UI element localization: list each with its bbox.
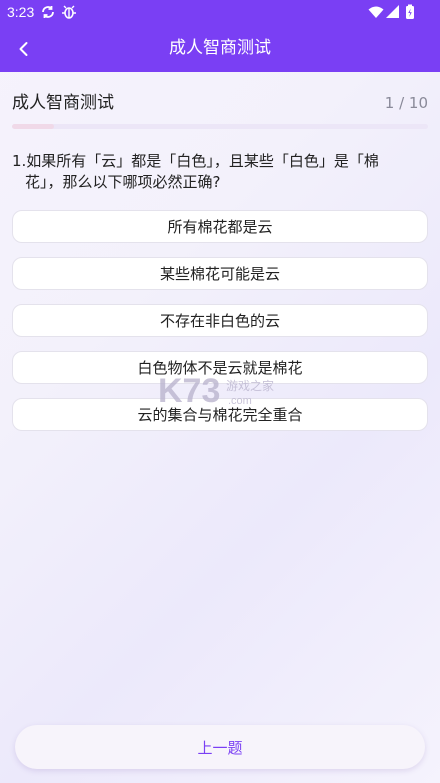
progress-bar [12, 124, 428, 129]
signal-icon [385, 4, 401, 20]
app-header: 3:23 成人智商测试 [0, 0, 440, 72]
status-bar: 3:23 [0, 0, 440, 26]
option-2[interactable]: 某些棉花可能是云 [12, 257, 428, 290]
question-text: 1.如果所有「云」都是「白色」，且某些「白色」是「棉 花」，那么以下哪项必然正确… [12, 151, 420, 193]
quiz-name: 成人智商测试 [12, 93, 114, 113]
question-line-1: 1.如果所有「云」都是「白色」，且某些「白色」是「棉 [12, 152, 379, 170]
option-5[interactable]: 云的集合与棉花完全重合 [12, 398, 428, 431]
bug-icon [61, 4, 77, 20]
previous-question-button[interactable]: 上一题 [15, 725, 425, 769]
sync-icon [40, 4, 56, 20]
wifi-icon [368, 4, 384, 20]
status-time: 3:23 [7, 4, 35, 20]
question-line-2: 花」，那么以下哪项必然正确? [25, 173, 221, 191]
option-4[interactable]: 白色物体不是云就是棉花 [12, 351, 428, 384]
answer-options: 所有棉花都是云 某些棉花可能是云 不存在非白色的云 白色物体不是云就是棉花 云的… [12, 210, 428, 445]
battery-icon [402, 4, 418, 20]
page-title: 成人智商测试 [169, 38, 271, 58]
option-1[interactable]: 所有棉花都是云 [12, 210, 428, 243]
option-3[interactable]: 不存在非白色的云 [12, 304, 428, 337]
nav-bar: 成人智商测试 [0, 26, 440, 72]
progress-bar-fill [12, 124, 54, 129]
progress-counter: 1 / 10 [384, 94, 428, 112]
